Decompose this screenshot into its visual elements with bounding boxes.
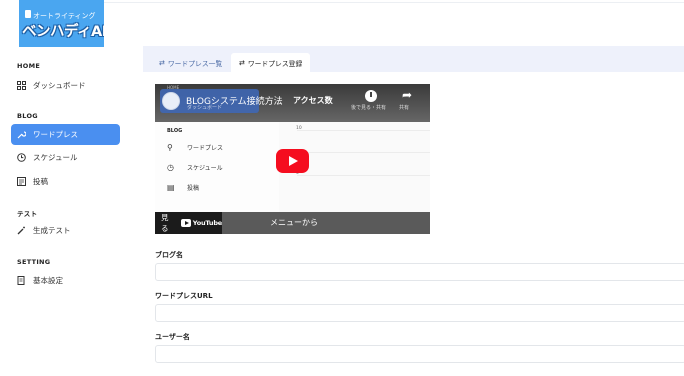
list-icon: ⇄	[159, 58, 165, 67]
youtube-icon	[180, 219, 191, 227]
top-divider	[104, 0, 684, 3]
settings-doc-icon	[17, 276, 26, 285]
username-input[interactable]	[155, 345, 684, 363]
app-logo[interactable]: オートライティング ベンハディAI	[19, 0, 104, 47]
video-menu-label: ワードプレス	[187, 145, 224, 152]
wordpress-url-label: ワードプレスURL	[155, 292, 213, 300]
sidebar-item-label: 生成テスト	[33, 226, 71, 235]
gridline	[297, 130, 430, 131]
video-menu-label: 投稿	[187, 185, 200, 192]
channel-avatar[interactable]	[162, 92, 180, 110]
username-label: ユーザー名	[155, 333, 190, 341]
video-menu-item: ▤ 投稿	[167, 183, 199, 192]
wrench-icon	[17, 130, 26, 139]
section-title-test: テスト	[17, 210, 38, 218]
share-icon[interactable]: ➦	[402, 88, 412, 102]
tab-wordpress-register[interactable]: ⇄ ワードプレス登録	[231, 53, 311, 72]
blog-name-input[interactable]	[155, 263, 684, 281]
video-menu-item: ⚲ ワードプレス	[167, 143, 223, 152]
watch-later-icon[interactable]	[365, 90, 377, 102]
youtube-embed[interactable]: 10 5 BLOG ⚲ ワードプレス ◷ スケジュール ▤ 投稿 HOME BLOGシ…	[155, 84, 430, 234]
sidebar-item-label: スケジュール	[33, 153, 78, 162]
sidebar-item-generate-test[interactable]: 生成テスト	[11, 220, 120, 241]
tick-label: 10	[296, 126, 302, 131]
tab-bar: ⇄ ワードプレス一覧 ⇄ ワードプレス登録	[143, 46, 684, 72]
sidebar-item-dashboard[interactable]: ダッシュボード	[11, 75, 120, 96]
sidebar-item-label: ワードプレス	[33, 130, 78, 139]
watch-on-youtube-button[interactable]: 見る YouTube	[155, 212, 222, 234]
video-menu-item: ◷ スケジュール	[167, 163, 223, 172]
blog-name-label: ブログ名	[155, 251, 183, 259]
gridline	[297, 152, 430, 153]
youtube-wordmark: YouTube	[192, 219, 222, 227]
watch-label: 見る	[161, 213, 169, 233]
clock-icon	[17, 153, 26, 162]
video-menu-label: スケジュール	[187, 165, 223, 172]
post-icon: ▤	[167, 183, 175, 192]
post-icon	[17, 177, 26, 186]
sidebar-item-label: ダッシュボード	[33, 81, 86, 90]
sidebar-item-schedule[interactable]: スケジュール	[11, 147, 120, 168]
tab-label: ワードプレス一覧	[167, 59, 223, 68]
section-title-setting: SETTING	[17, 258, 51, 266]
sidebar-item-label: 基本設定	[33, 276, 63, 285]
video-channel-sub: ダッシュボード	[187, 105, 223, 111]
watch-later-label: 後で見る・共有	[351, 105, 387, 111]
share-label: 共有	[399, 105, 410, 111]
sidebar-item-basic-settings[interactable]: 基本設定	[11, 270, 120, 291]
logo-brand: ベンハディAI	[22, 24, 104, 40]
sidebar-item-posts[interactable]: 投稿	[11, 171, 120, 192]
gridline	[297, 175, 430, 176]
video-blog-label: BLOG	[167, 128, 183, 134]
tab-label: ワードプレス登録	[247, 59, 303, 68]
wrench-icon: ⚲	[167, 143, 173, 152]
video-chart-title: アクセス数	[293, 96, 333, 105]
section-title-blog: BLOG	[17, 112, 38, 120]
logo-doc-icon	[25, 10, 31, 18]
sidebar-item-label: 投稿	[33, 177, 48, 186]
dashboard-icon	[17, 81, 26, 90]
wordpress-url-input[interactable]	[155, 304, 684, 322]
sidebar-item-wordpress[interactable]: ワードプレス	[11, 124, 120, 145]
video-caption: メニューから	[270, 218, 318, 227]
section-title-home: HOME	[17, 62, 41, 70]
play-button[interactable]	[276, 149, 309, 173]
clock-icon: ◷	[167, 163, 174, 172]
plug-icon: ⇄	[239, 58, 245, 67]
magic-wand-icon	[17, 226, 26, 235]
tab-wordpress-list[interactable]: ⇄ ワードプレス一覧	[151, 53, 230, 72]
